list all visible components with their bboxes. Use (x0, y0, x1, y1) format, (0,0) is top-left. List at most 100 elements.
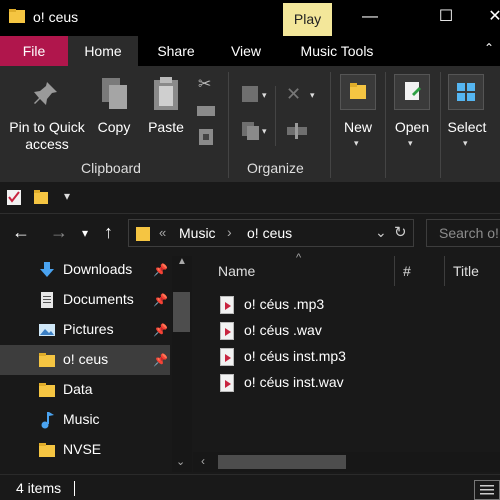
recent-locations-icon[interactable]: ▾ (82, 226, 88, 240)
properties-button[interactable] (394, 74, 430, 110)
folder-icon (39, 383, 55, 397)
file-row[interactable]: o! céus inst.mp3 (220, 346, 400, 368)
chevron-down-icon[interactable]: ▾ (262, 126, 267, 137)
pin-icon[interactable]: 📌 (153, 353, 168, 367)
navigation-pane: Downloads 📌 Documents 📌 Pictures 📌 o! ce… (0, 254, 192, 474)
audio-file-icon (220, 374, 234, 392)
select-button[interactable]: Select (442, 119, 492, 136)
column-header-title[interactable]: Title (453, 263, 479, 279)
new-button[interactable]: New (336, 119, 380, 136)
nav-item-nvse[interactable]: NVSE (0, 435, 170, 465)
pin-icon (34, 82, 57, 105)
paste-icon (154, 77, 178, 110)
column-separator[interactable] (394, 256, 395, 286)
file-row[interactable]: o! céus .mp3 (220, 294, 400, 316)
close-button[interactable]: ✕ (470, 0, 500, 36)
file-name: o! céus .mp3 (244, 296, 325, 312)
paste-shortcut-icon[interactable] (198, 128, 214, 146)
status-bar: 4 items (0, 474, 500, 500)
nav-label: Music (63, 411, 100, 427)
rename-icon[interactable] (286, 122, 308, 140)
scroll-down-icon[interactable]: ⌄ (176, 455, 185, 468)
scissors-icon[interactable]: ✂ (198, 74, 211, 94)
nav-item-pictures[interactable]: Pictures 📌 (0, 315, 170, 345)
ribbon: Pin to Quick access Copy Paste ✂ Clipboa… (0, 66, 500, 182)
nav-item-downloads[interactable]: Downloads 📌 (0, 255, 170, 285)
scroll-up-icon[interactable]: ▲ (177, 256, 187, 267)
new-folder-button[interactable] (340, 74, 376, 110)
tab-play[interactable]: Play (283, 3, 332, 36)
tab-home[interactable]: Home (68, 36, 138, 66)
pin-icon[interactable]: 📌 (153, 323, 168, 337)
download-arrow-icon (40, 262, 54, 277)
maximize-button[interactable]: ☐ (421, 0, 471, 36)
details-view-icon (480, 485, 494, 495)
customize-toolbar-icon[interactable]: ▾ (64, 189, 70, 203)
chevron-up-icon[interactable]: ⌃ (484, 41, 494, 55)
breadcrumb-current-folder[interactable]: o! ceus (247, 225, 292, 241)
tab-file[interactable]: File (0, 36, 68, 66)
file-row[interactable]: o! céus inst.wav (220, 372, 400, 394)
nav-label: Documents (63, 291, 134, 307)
nav-item-documents[interactable]: Documents 📌 (0, 285, 170, 315)
clipboard-group-label: Clipboard (81, 160, 141, 176)
column-header-number[interactable]: # (403, 263, 411, 279)
copy-button[interactable]: Copy (94, 119, 134, 136)
pin-icon[interactable]: 📌 (153, 263, 168, 277)
nav-label: NVSE (63, 441, 102, 457)
nav-label: Data (63, 381, 93, 397)
nav-item-music[interactable]: Music (0, 405, 170, 435)
paste-button[interactable]: Paste (146, 119, 186, 136)
file-row[interactable]: o! céus .wav (220, 320, 400, 342)
tab-music-tools[interactable]: Music Tools (290, 36, 384, 66)
sort-ascending-icon: ^ (296, 252, 302, 264)
properties-check-icon[interactable] (6, 188, 22, 206)
minimize-button[interactable]: — (345, 0, 395, 36)
overflow-chevrons-icon[interactable]: « (159, 225, 166, 240)
address-bar[interactable]: « Music › o! ceus ⌄ ↻ (128, 219, 414, 247)
file-name: o! céus inst.wav (244, 374, 344, 390)
copy-path-icon[interactable] (196, 104, 216, 118)
chevron-down-icon[interactable]: ▾ (262, 90, 267, 101)
breadcrumb-music[interactable]: Music (179, 225, 216, 241)
search-box[interactable]: Search o! (426, 219, 500, 247)
open-button[interactable]: Open (390, 119, 434, 136)
chevron-down-icon[interactable]: ▾ (354, 138, 359, 149)
chevron-down-icon[interactable]: ▾ (463, 138, 468, 149)
nav-item-o-ceus[interactable]: o! ceus 📌 (0, 345, 170, 375)
ribbon-tabs: File Home Share View Music Tools ⌃ (0, 36, 500, 66)
title-bar: o! ceus Play — ☐ ✕ (0, 0, 500, 36)
copy-to-icon[interactable] (240, 120, 262, 142)
chevron-down-icon[interactable]: ▾ (310, 90, 315, 101)
tab-share[interactable]: Share (148, 36, 204, 66)
nav-pane-scrollbar[interactable]: ▲ ⌄ (172, 256, 192, 472)
scroll-left-icon[interactable]: ‹ (201, 454, 205, 468)
details-view-button[interactable] (474, 480, 500, 500)
chevron-down-icon[interactable]: ▾ (408, 138, 413, 149)
up-arrow-icon[interactable]: ↑ (104, 222, 113, 243)
music-note-icon (41, 412, 54, 429)
tab-view[interactable]: View (218, 36, 274, 66)
status-divider (74, 481, 75, 496)
folder-icon[interactable] (33, 189, 49, 205)
folder-icon (9, 9, 25, 23)
breadcrumb-separator[interactable]: › (227, 224, 232, 240)
nav-pane-scroll-thumb[interactable] (173, 292, 190, 332)
column-header-name[interactable]: Name (218, 263, 255, 279)
search-input[interactable]: Search o! (439, 225, 499, 241)
select-all-button[interactable] (448, 74, 484, 110)
move-to-icon[interactable] (240, 82, 262, 104)
pin-label-line2: access (25, 136, 69, 152)
pin-icon[interactable]: 📌 (153, 293, 168, 307)
nav-label: Downloads (63, 261, 133, 277)
back-arrow-icon[interactable]: ← (12, 222, 30, 243)
column-separator[interactable] (444, 256, 445, 286)
refresh-icon[interactable]: ↻ (394, 223, 407, 241)
pictures-icon (39, 324, 55, 336)
delete-icon[interactable]: ✕ (286, 84, 301, 105)
forward-arrow-icon[interactable]: → (50, 222, 68, 243)
file-list-scroll-thumb[interactable] (218, 455, 346, 469)
address-dropdown-icon[interactable]: ⌄ (375, 224, 387, 241)
nav-item-data[interactable]: Data (0, 375, 170, 405)
pin-to-quick-access-button[interactable]: Pin to Quick access (6, 119, 88, 153)
